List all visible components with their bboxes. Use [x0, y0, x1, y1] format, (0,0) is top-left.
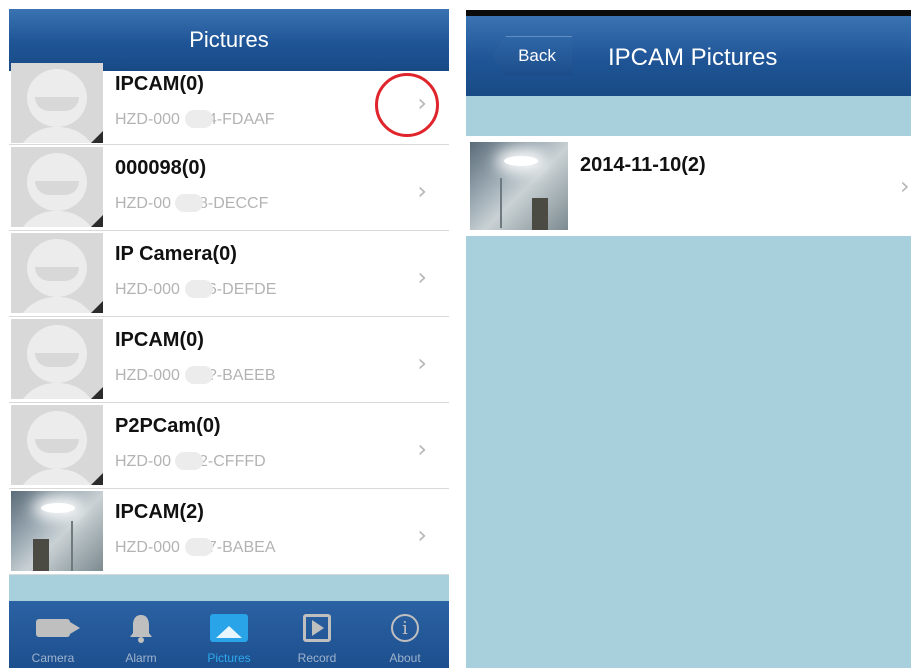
- avatar-body: [15, 469, 99, 485]
- tab-label: Record: [297, 651, 337, 665]
- chevron-right-icon[interactable]: ›: [417, 435, 427, 463]
- camera-thumbnail: [11, 233, 103, 313]
- redaction-blur: [185, 366, 213, 384]
- tab-label: About: [389, 651, 421, 665]
- camera-thumbnail: [11, 63, 103, 143]
- avatar-body: [15, 127, 99, 143]
- camera-list: IPCAM(0) HZD-000 4-FDAAF › 000098(0) HZD-…: [9, 63, 449, 575]
- chevron-right-icon[interactable]: ›: [900, 172, 910, 200]
- chevron-right-icon[interactable]: ›: [417, 521, 427, 549]
- pictures-icon: [210, 613, 248, 643]
- highlight-circle: [375, 73, 439, 137]
- chevron-right-icon[interactable]: ›: [417, 349, 427, 377]
- tab-bar: Camera Alarm Pictures Record i About: [9, 601, 449, 668]
- picture-date: 2014-11-10(2): [580, 154, 706, 176]
- tab-label: Pictures: [207, 651, 251, 665]
- bell-icon: [128, 613, 154, 643]
- avatar-body: [15, 211, 99, 227]
- ipcam-pictures-screen: Back IPCAM Pictures 2014-11-10(2) ›: [466, 10, 911, 668]
- camera-name: 000098(0): [115, 157, 207, 179]
- corner-mark: [91, 215, 103, 227]
- nav-bar: Pictures: [9, 9, 449, 71]
- redaction-blur: [175, 194, 203, 212]
- record-icon: [303, 613, 331, 643]
- chevron-right-icon[interactable]: ›: [417, 263, 427, 291]
- camera-thumbnail: [11, 319, 103, 399]
- tab-about[interactable]: i About: [361, 601, 449, 668]
- info-icon: i: [391, 613, 419, 643]
- tab-camera[interactable]: Camera: [9, 601, 97, 668]
- tab-pictures[interactable]: Pictures: [185, 601, 273, 668]
- camera-thumbnail: [11, 405, 103, 485]
- camera-name: IP Camera(0): [115, 243, 237, 265]
- redaction-blur: [175, 452, 203, 470]
- camera-name: P2PCam(0): [115, 415, 221, 437]
- corner-mark: [91, 473, 103, 485]
- camera-icon: [36, 613, 80, 643]
- photo-wall-edge: [71, 521, 73, 571]
- tab-record[interactable]: Record: [273, 601, 361, 668]
- camera-list-item[interactable]: IPCAM(0) HZD-000 4-FDAAF ›: [9, 63, 449, 145]
- photo-door: [532, 198, 548, 230]
- corner-mark: [91, 131, 103, 143]
- redaction-blur: [185, 538, 213, 556]
- ceiling-light: [41, 503, 75, 513]
- redaction-blur: [185, 280, 213, 298]
- tab-label: Alarm: [125, 651, 157, 665]
- camera-list-item[interactable]: IPCAM(2) HZD-000 7-BABEA ›: [9, 489, 449, 575]
- avatar-body: [15, 383, 99, 399]
- pictures-screen: Pictures IPCAM(0) HZD-000 4-FDAAF › 0000…: [9, 9, 449, 668]
- camera-name: IPCAM(2): [115, 501, 204, 523]
- back-button[interactable]: Back: [492, 36, 572, 76]
- corner-mark: [91, 387, 103, 399]
- camera-list-item[interactable]: P2PCam(0) HZD-00 2-CFFFD ›: [9, 403, 449, 489]
- camera-list-item[interactable]: IP Camera(0) HZD-000 6-DEFDE ›: [9, 231, 449, 317]
- ceiling-light: [504, 156, 538, 166]
- page-title: Pictures: [189, 27, 269, 52]
- camera-name: IPCAM(0): [115, 329, 204, 351]
- picture-thumbnail: [470, 142, 568, 230]
- tab-alarm[interactable]: Alarm: [97, 601, 185, 668]
- tab-label: Camera: [31, 651, 75, 665]
- photo-wall-edge: [500, 178, 502, 228]
- redaction-blur: [185, 110, 213, 128]
- nav-bar: Back IPCAM Pictures: [466, 16, 911, 96]
- camera-name: IPCAM(0): [115, 73, 204, 95]
- corner-mark: [91, 301, 103, 313]
- chevron-right-icon[interactable]: ›: [417, 177, 427, 205]
- camera-thumbnail: [11, 491, 103, 571]
- camera-thumbnail: [11, 147, 103, 227]
- picture-date-item[interactable]: 2014-11-10(2) ›: [466, 136, 911, 236]
- camera-list-item[interactable]: 000098(0) HZD-00 8-DECCF ›: [9, 145, 449, 231]
- photo-door: [33, 539, 49, 571]
- avatar-body: [15, 297, 99, 313]
- page-title: IPCAM Pictures: [608, 44, 778, 71]
- back-button-label: Back: [518, 46, 556, 65]
- camera-list-item[interactable]: IPCAM(0) HZD-000 ?-BAEEB ›: [9, 317, 449, 403]
